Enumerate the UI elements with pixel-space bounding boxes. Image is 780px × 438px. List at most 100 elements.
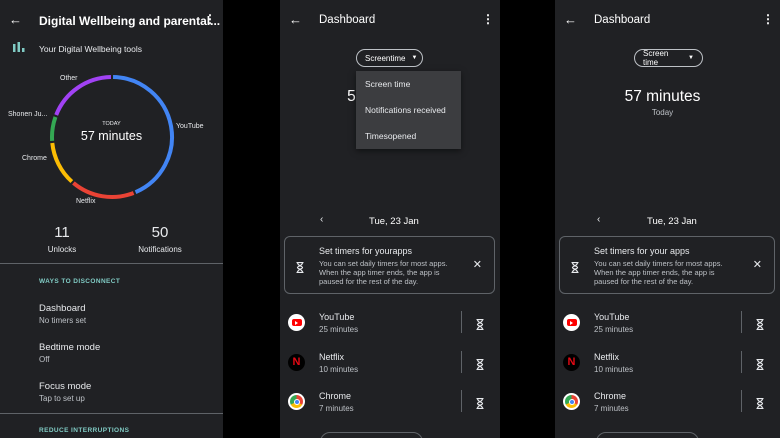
page-title: Dashboard (319, 14, 376, 26)
app-row-netflix[interactable]: N Netflix 10 minutes (280, 350, 500, 380)
page-title: Digital Wellbeing and parental... (39, 14, 221, 28)
divider (741, 311, 742, 333)
divider (741, 390, 742, 412)
dropdown-option[interactable]: Screen time (356, 71, 461, 97)
divider (741, 350, 742, 373)
back-arrow-icon[interactable]: ← (9, 12, 22, 27)
app-timer-hourglass-icon[interactable] (476, 357, 484, 375)
card-body-line: When the app timer ends, the app is (594, 268, 715, 277)
app-name: Chrome (319, 391, 352, 401)
dashboard-panel-dropdown-open: ← Dashboard ⋮ Screentime▼ 57 minutes 0h1… (280, 0, 500, 438)
app-time: 25 minutes (594, 325, 634, 334)
previous-day-icon[interactable]: ‹ (320, 214, 323, 225)
item-subtitle: Tap to set up (39, 394, 85, 403)
notifications-count: 50 (151, 224, 169, 241)
app-timer-hourglass-icon[interactable] (476, 396, 484, 414)
hourglass-icon (571, 260, 579, 278)
dropdown-option[interactable]: Timesopened (356, 123, 461, 149)
unlocks-label: Unlocks (47, 245, 77, 254)
more-button[interactable] (320, 432, 423, 438)
item-title: Focus mode (39, 381, 92, 392)
menu-item-focus-mode[interactable]: Focus mode Tap to set up (39, 381, 209, 403)
app-timer-hourglass-icon[interactable] (476, 317, 484, 335)
app-row-youtube[interactable]: YouTube 25 minutes (280, 310, 500, 340)
caret-down-icon: ▼ (688, 55, 694, 61)
item-title: Dashboard (39, 303, 86, 314)
donut-label: Other (60, 75, 78, 82)
set-timers-card: Set timers for yourapps You can set dail… (284, 236, 495, 294)
today-label: TODAY (102, 121, 121, 127)
dropdown-value: Screentime (365, 53, 406, 63)
metric-dropdown[interactable]: Screen time ▼ (634, 49, 703, 67)
total-time: 57 minutes (624, 88, 701, 105)
previous-day-icon[interactable]: ‹ (597, 214, 600, 225)
donut-label: Netflix (76, 198, 96, 205)
page-title: Dashboard (594, 14, 651, 26)
donut-label: Shonen Ju... (8, 111, 47, 118)
app-row-chrome[interactable]: Chrome 7 minutes (555, 389, 780, 419)
metric-dropdown[interactable]: Screentime ▼ (356, 49, 423, 67)
notifications-label: Notifications (138, 245, 182, 254)
dropdown-menu: Screen time Notifications received Timesop… (356, 71, 461, 149)
card-body-line: You can set daily timers for most apps. (319, 259, 448, 268)
ways-to-disconnect-header: WAYS TO DISCONNECT (39, 278, 121, 285)
more-options-icon[interactable]: ⋮ (762, 12, 774, 26)
item-subtitle: Off (39, 355, 50, 364)
dropdown-value: Screen time (643, 49, 669, 67)
bar-chart-icon (13, 42, 25, 52)
divider (0, 413, 223, 414)
tools-label: Your Digital Wellbeing tools (39, 44, 143, 54)
back-arrow-icon[interactable]: ← (289, 12, 302, 27)
close-icon[interactable]: ✕ (473, 258, 482, 271)
app-time: 7 minutes (594, 404, 629, 413)
card-title: Set timers for your apps (594, 246, 690, 256)
card-body-line: When the app timer ends, the app is (319, 268, 440, 277)
dropdown-option[interactable]: Notifications received (356, 97, 461, 123)
app-time: 10 minutes (319, 364, 359, 374)
selected-date: Tue, 23 Jan (647, 216, 697, 227)
app-time: 25 minutes (319, 325, 359, 334)
caret-down-icon: ▼ (411, 55, 418, 61)
donut-segment-netflix[interactable] (72, 181, 135, 199)
card-body-line: paused for the rest of the day. (319, 277, 419, 286)
app-timer-hourglass-icon[interactable] (756, 396, 764, 414)
menu-item-bedtime-mode[interactable]: Bedtime mode Off (39, 342, 209, 364)
donut-segment-other[interactable] (54, 75, 112, 116)
menu-item-dashboard[interactable]: Dashboard No timers set (39, 303, 209, 325)
app-timer-hourglass-icon[interactable] (756, 357, 764, 375)
hourglass-icon (296, 260, 304, 278)
item-subtitle: No timers set (39, 316, 87, 325)
close-icon[interactable]: ✕ (753, 258, 762, 271)
unlocks-count: 11 (54, 224, 70, 241)
divider (461, 390, 462, 412)
set-timers-card: Set timers for your apps You can set dai… (559, 236, 775, 294)
selected-date: Tue, 23 Jan (369, 216, 419, 227)
more-options-icon[interactable]: ⋮ (482, 12, 494, 26)
divider (461, 350, 462, 373)
donut-segment-chrome[interactable] (50, 142, 74, 184)
total-subtitle: Today (651, 108, 674, 117)
app-name: Netflix (594, 351, 620, 362)
reduce-interruptions-header: REDUCE INTERRUPTIONS (39, 427, 130, 434)
app-row-chrome[interactable]: Chrome 7 minutes (280, 389, 500, 419)
app-row-netflix[interactable]: N Netflix 10 minutes (555, 350, 780, 380)
app-row-youtube[interactable]: YouTube 25 minutes (555, 310, 780, 340)
app-time: 10 minutes (594, 364, 634, 374)
back-arrow-icon[interactable]: ← (564, 12, 577, 27)
item-title: Bedtime mode (39, 342, 101, 353)
card-body-line: paused for the rest of the day. (594, 277, 694, 286)
card-title: Set timers for yourapps (319, 246, 413, 256)
overview-panel: ← Digital Wellbeing and parental... ⋮ Yo… (0, 0, 223, 438)
card-body-line: You can set daily timers for most apps. (594, 259, 723, 268)
app-name: Netflix (319, 351, 345, 362)
dashboard-panel: ← Dashboard ⋮ Screen time ▼ 57 minutes To… (555, 0, 780, 438)
app-time: 7 minutes (319, 404, 354, 413)
more-button[interactable] (596, 432, 699, 438)
divider (0, 263, 223, 264)
total-time: 57 minutes (80, 129, 143, 143)
app-name: Chrome (594, 391, 627, 401)
more-options-icon[interactable]: ⋮ (204, 12, 216, 26)
app-name: YouTube (594, 312, 630, 322)
app-timer-hourglass-icon[interactable] (756, 317, 764, 335)
divider (461, 311, 462, 333)
